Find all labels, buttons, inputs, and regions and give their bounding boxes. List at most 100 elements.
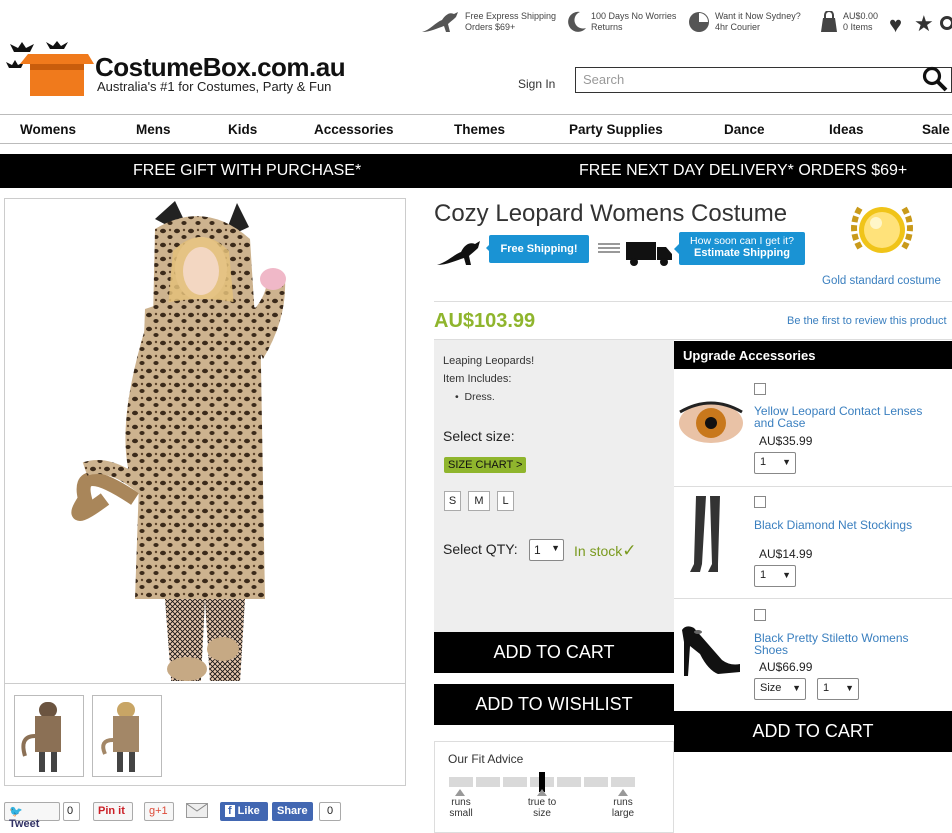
accessory-name-2[interactable]: Black Diamond Net Stockings — [754, 519, 934, 531]
account-icon[interactable] — [940, 16, 952, 30]
facebook-like-button[interactable]: f Like — [220, 802, 268, 821]
chevron-down-icon: ▼ — [782, 457, 791, 467]
promo-shipping[interactable]: Free Express Shipping Orders $69+ — [465, 11, 556, 33]
product-title: Cozy Leopard Womens Costume — [434, 200, 788, 227]
nav-mens[interactable]: Mens — [136, 122, 171, 137]
fit-label-line: runs — [613, 797, 633, 808]
review-link[interactable]: Be the first to review this product — [787, 315, 947, 327]
thumbnail-1[interactable] — [14, 695, 84, 777]
fit-label-small: runs small — [447, 797, 475, 819]
like-label: Like — [237, 805, 260, 817]
banner-gift[interactable]: FREE GIFT WITH PURCHASE* — [133, 162, 361, 180]
twitter-bird-icon: 🐦 — [9, 806, 23, 818]
nav-womens[interactable]: Womens — [20, 122, 76, 137]
google-plus-button[interactable]: g+1 — [144, 802, 174, 821]
pinit-button[interactable]: Pin it — [93, 802, 133, 821]
chevron-down-icon: ▼ — [792, 683, 801, 693]
accessory-qty-2[interactable]: 1 ▼ — [754, 565, 796, 587]
fit-label-line: size — [533, 808, 551, 819]
search-input[interactable]: Search — [575, 67, 952, 93]
promo-banner: FREE GIFT WITH PURCHASE* FREE NEXT DAY D… — [0, 154, 952, 188]
size-m[interactable]: M — [468, 491, 490, 511]
accessory-price-1: AU$35.99 — [759, 434, 813, 448]
chevron-down-icon: ▼ — [845, 683, 854, 693]
truck-icon — [626, 240, 672, 271]
moon-icon — [566, 10, 588, 37]
nav-kids[interactable]: Kids — [228, 122, 257, 137]
qty-select[interactable]: 1 ▼ — [529, 539, 564, 561]
upgrade-accessories-header: Upgrade Accessories — [674, 341, 952, 369]
accessory-price-3: AU$66.99 — [759, 660, 813, 674]
fit-tick — [537, 789, 547, 796]
fit-segment — [449, 777, 473, 787]
nav-accessories[interactable]: Accessories — [314, 122, 394, 137]
nav-sale[interactable]: Sale — [922, 122, 950, 137]
fit-label-line: large — [611, 808, 635, 819]
site-logo[interactable] — [6, 40, 94, 103]
promo-line: Returns — [591, 22, 623, 32]
tweet-button[interactable]: 🐦 Tweet — [4, 802, 60, 830]
star-icon[interactable]: ★ — [914, 11, 934, 37]
fit-segment — [503, 777, 527, 787]
stock-text: In stock — [574, 543, 623, 559]
checkmark-icon: ✓ — [622, 541, 637, 560]
accessory-size-select-3[interactable]: Size ▼ — [754, 678, 806, 700]
search-icon[interactable] — [922, 66, 948, 98]
accessory-qty-3[interactable]: 1 ▼ — [817, 678, 859, 700]
add-to-wishlist-button[interactable]: ADD TO WISHLIST — [434, 684, 674, 725]
facebook-share-button[interactable]: Share — [272, 802, 313, 821]
fit-segment — [611, 777, 635, 787]
nav-party-supplies[interactable]: Party Supplies — [569, 122, 663, 137]
cart-icon[interactable] — [819, 10, 839, 38]
qty-value: 1 — [760, 569, 767, 581]
gallery-divider — [5, 683, 405, 684]
gold-standard-label: Gold standard costume — [822, 275, 941, 287]
nav-ideas[interactable]: Ideas — [829, 122, 864, 137]
fit-label-true: true to size — [522, 797, 562, 819]
qty-value: 1 — [760, 456, 767, 468]
qty-value: 1 — [534, 543, 541, 557]
size-s[interactable]: S — [444, 491, 461, 511]
accessory-checkbox-2[interactable] — [754, 496, 766, 508]
fit-segment — [584, 777, 608, 787]
size-chart-button[interactable]: SIZE CHART > — [444, 457, 527, 473]
estimate-line1: How soon can I get it? — [690, 235, 794, 247]
fit-advice-title: Our Fit Advice — [448, 752, 524, 766]
accessory-qty-1[interactable]: 1 ▼ — [754, 452, 796, 474]
size-l[interactable]: L — [497, 491, 514, 511]
gold-medal-icon — [846, 196, 918, 273]
divider — [674, 598, 952, 599]
nav-dance[interactable]: Dance — [724, 122, 765, 137]
contact-lens-image[interactable] — [678, 398, 744, 453]
add-to-cart-button[interactable]: ADD TO CART — [434, 632, 674, 673]
accessory-name-1[interactable]: Yellow Leopard Contact Lenses and Case — [754, 405, 934, 429]
accessory-checkbox-1[interactable] — [754, 383, 766, 395]
product-description: Leaping Leopards! — [443, 355, 535, 367]
accessory-checkbox-3[interactable] — [754, 609, 766, 621]
thumbnail-2[interactable] — [92, 695, 162, 777]
estimate-shipping-button[interactable]: How soon can I get it? Estimate Shipping — [679, 232, 805, 265]
banner-delivery[interactable]: FREE NEXT DAY DELIVERY* ORDERS $69+ — [579, 162, 907, 180]
fit-label-line: true to — [527, 797, 557, 808]
promo-returns[interactable]: 100 Days No Worries Returns — [591, 11, 676, 33]
cart-items: 0 Items — [843, 22, 873, 32]
sign-in-link[interactable]: Sign In — [518, 77, 555, 91]
free-shipping-badge[interactable]: Free Shipping! — [489, 235, 589, 263]
nav-themes[interactable]: Themes — [454, 122, 505, 137]
chevron-down-icon: ▼ — [782, 570, 791, 580]
heart-icon[interactable]: ♥ — [889, 12, 902, 38]
speed-lines — [598, 247, 620, 249]
product-main-image[interactable] — [5, 199, 405, 825]
upgrade-add-to-cart-button[interactable]: ADD TO CART — [674, 711, 952, 752]
kangaroo-icon — [437, 238, 483, 271]
cart-summary[interactable]: AU$0.00 0 Items — [843, 11, 878, 33]
stockings-image[interactable] — [688, 494, 728, 583]
select-size-label: Select size: — [443, 428, 515, 444]
includes-item: • Dress. — [455, 391, 495, 403]
fit-label-large: runs large — [607, 797, 639, 819]
email-share-icon[interactable] — [186, 803, 208, 818]
accessory-name-3[interactable]: Black Pretty Stiletto Womens Shoes — [754, 632, 934, 656]
cart-total: AU$0.00 — [843, 11, 879, 21]
shoes-image[interactable] — [678, 620, 744, 683]
promo-courier[interactable]: Want it Now Sydney? 4hr Courier — [715, 11, 801, 33]
